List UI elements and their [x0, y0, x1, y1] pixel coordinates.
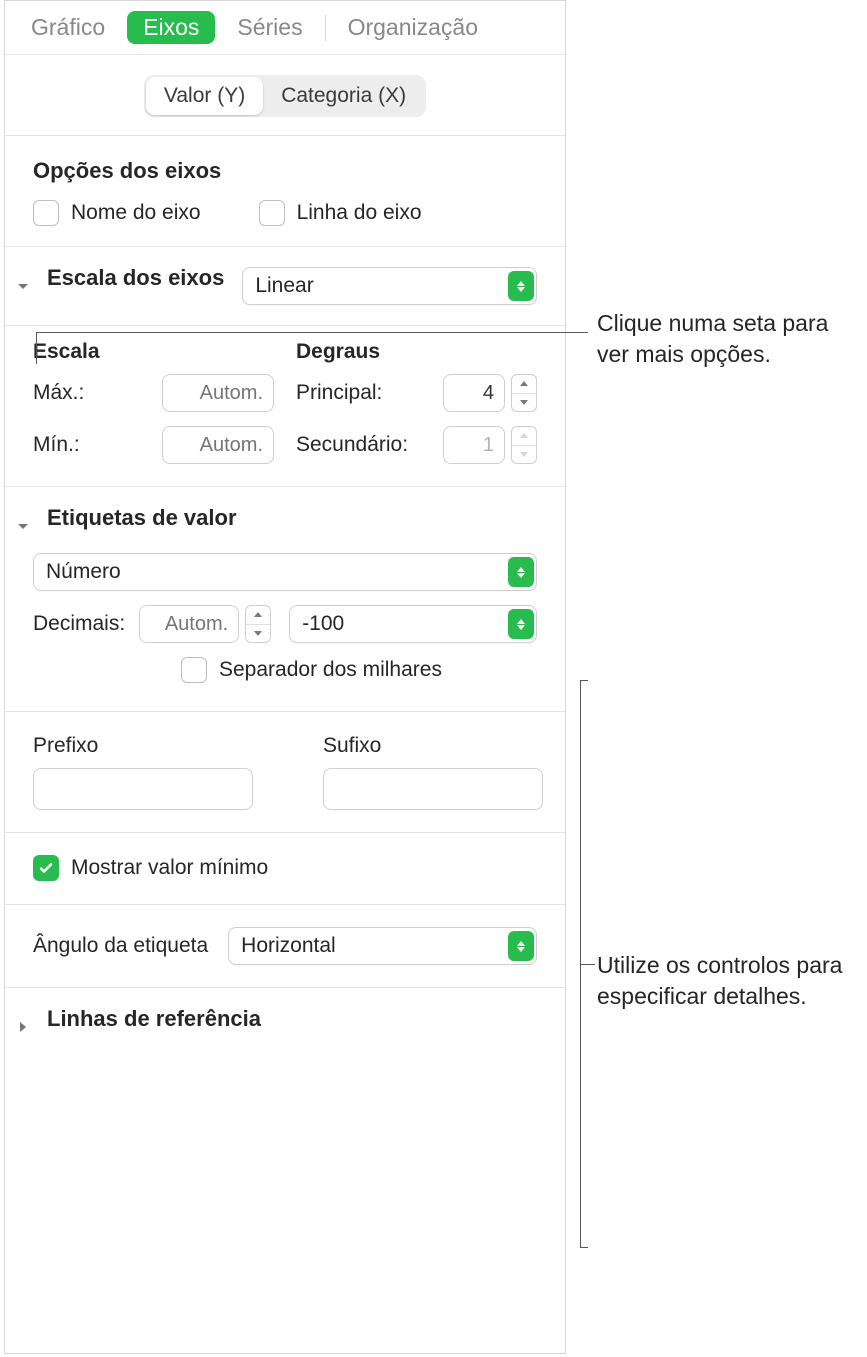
axis-options-title: Opções dos eixos	[33, 158, 537, 184]
axis-segmented-control: Valor (Y) Categoria (X)	[144, 75, 426, 117]
checkbox-axis-line[interactable]: Linha do eixo	[259, 200, 422, 226]
decimals-label: Decimais:	[33, 612, 125, 636]
select-value: Horizontal	[241, 934, 336, 958]
section-label-angle: Ângulo da etiqueta Horizontal	[5, 905, 565, 988]
select-negative-format[interactable]: -100	[289, 605, 537, 643]
disclosure-value-labels[interactable]	[13, 516, 33, 536]
checkbox-show-min-value[interactable]: Mostrar valor mínimo	[33, 855, 268, 881]
axis-segmented-control-row: Valor (Y) Categoria (X)	[5, 55, 565, 136]
section-value-labels-header: Etiquetas de valor	[5, 487, 565, 553]
prefix-label: Prefixo	[33, 734, 253, 758]
value-labels-title: Etiquetas de valor	[47, 505, 237, 531]
reference-lines-title: Linhas de referência	[47, 1006, 261, 1032]
checkbox-axis-name[interactable]: Nome do eixo	[33, 200, 201, 226]
scale-max-input[interactable]	[162, 374, 274, 412]
callout-connector	[580, 680, 588, 681]
callout-text-top: Clique numa seta para ver mais opções.	[597, 308, 857, 370]
steps-subheader: Degraus	[296, 340, 537, 364]
scale-max-label: Máx.:	[33, 381, 84, 405]
section-reference-lines: Linhas de referência	[5, 988, 565, 1066]
callout-connector	[36, 332, 588, 333]
select-value: Número	[46, 560, 121, 584]
steps-major-input[interactable]	[443, 374, 505, 412]
scale-min-input[interactable]	[162, 426, 274, 464]
select-label-angle[interactable]: Horizontal	[228, 927, 537, 965]
suffix-label: Sufixo	[323, 734, 543, 758]
steps-minor-input[interactable]	[443, 426, 505, 464]
section-show-min-value: Mostrar valor mínimo	[5, 833, 565, 905]
checkbox-box	[33, 855, 59, 881]
callout-connector	[580, 964, 595, 965]
format-inspector-panel: Gráfico Eixos Séries Organização Valor (…	[4, 0, 566, 1354]
decimals-stepper[interactable]	[245, 605, 271, 643]
section-prefix-suffix: Prefixo Sufixo	[5, 712, 565, 833]
scale-subheader: Escala	[33, 340, 274, 364]
tab-separator	[325, 15, 326, 41]
checkbox-box	[259, 200, 285, 226]
select-axis-scale-type[interactable]: Linear	[242, 267, 537, 305]
steps-minor-label: Secundário:	[296, 433, 408, 457]
callout-connector	[36, 332, 37, 364]
tab-organization[interactable]: Organização	[348, 14, 478, 41]
inspector-tabbar: Gráfico Eixos Séries Organização	[5, 1, 565, 55]
tab-axes[interactable]: Eixos	[127, 11, 215, 44]
decimals-input[interactable]	[139, 605, 239, 643]
section-axis-scale-header: Escala dos eixos Linear	[5, 247, 565, 326]
checkbox-label: Linha do eixo	[297, 201, 422, 225]
callout-connector	[580, 1247, 588, 1248]
checkbox-box	[33, 200, 59, 226]
disclosure-axis-scale[interactable]	[13, 276, 33, 296]
select-value: Linear	[255, 274, 313, 298]
select-arrows-icon	[508, 931, 534, 961]
steps-major-label: Principal:	[296, 381, 382, 405]
select-arrows-icon	[508, 271, 534, 301]
section-value-labels-format: Número Decimais: -100	[5, 553, 565, 712]
segment-category-x[interactable]: Categoria (X)	[263, 77, 424, 115]
checkbox-label: Separador dos milhares	[219, 658, 442, 682]
scale-min-label: Mín.:	[33, 433, 80, 457]
section-axis-options: Opções dos eixos Nome do eixo Linha do e…	[5, 136, 565, 247]
checkbox-label: Nome do eixo	[71, 201, 201, 225]
steps-minor-stepper	[511, 426, 537, 464]
checkbox-box	[181, 657, 207, 683]
callout-text-bottom: Utilize os controlos para especificar de…	[597, 950, 857, 1012]
select-value: -100	[302, 612, 344, 636]
tab-series[interactable]: Séries	[237, 14, 302, 41]
segment-value-y[interactable]: Valor (Y)	[146, 77, 263, 115]
checkbox-thousands-separator[interactable]: Separador dos milhares	[181, 657, 442, 683]
checkbox-label: Mostrar valor mínimo	[71, 856, 268, 880]
select-arrows-icon	[508, 609, 534, 639]
select-arrows-icon	[508, 557, 534, 587]
steps-major-stepper[interactable]	[511, 374, 537, 412]
select-label-format[interactable]: Número	[33, 553, 537, 591]
disclosure-reference-lines[interactable]	[13, 1017, 33, 1037]
suffix-input[interactable]	[323, 768, 543, 810]
prefix-input[interactable]	[33, 768, 253, 810]
axis-scale-title: Escala dos eixos	[47, 265, 224, 291]
label-angle-label: Ângulo da etiqueta	[33, 934, 208, 958]
section-axis-scale-body: Escala Máx.: Mín.: Degraus Principal:	[5, 326, 565, 487]
tab-chart[interactable]: Gráfico	[31, 14, 105, 41]
